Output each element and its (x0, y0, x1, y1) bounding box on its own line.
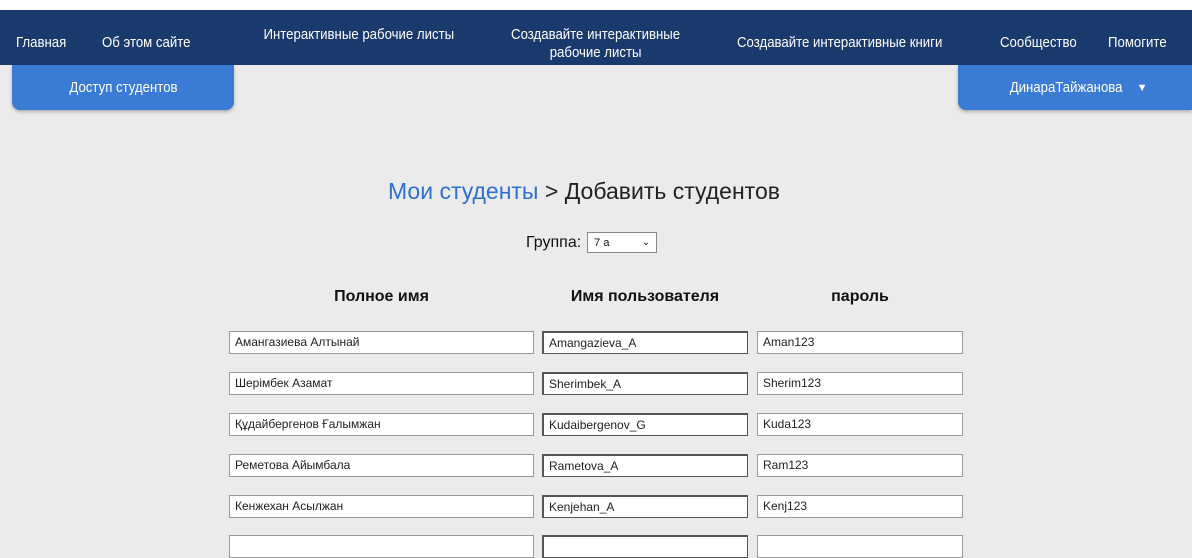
username-field[interactable]: Rametova_A (542, 454, 748, 477)
full-name-field[interactable]: Реметова Айымбала (229, 454, 534, 477)
full-name-field[interactable]: Құдайбергенов Ғалымжан (229, 413, 534, 436)
student-access-label: Доступ студентов (68, 79, 178, 96)
full-name-field[interactable] (229, 535, 534, 558)
student-access-tab[interactable]: Доступ студентов (12, 65, 234, 110)
group-selected-value: 7 а (594, 236, 610, 249)
group-select[interactable]: 7 а ⌄ (587, 232, 658, 253)
password-field[interactable]: Kenj123 (757, 495, 963, 518)
chevron-down-icon: ⌄ (641, 237, 651, 248)
nav-worksheets[interactable]: Интерактивные рабочие листы (262, 26, 456, 44)
group-row: Группа: 7 а ⌄ (526, 232, 658, 253)
nav-community[interactable]: Сообщество (1000, 34, 1077, 52)
username-field[interactable]: Amangazieva_A (542, 331, 748, 354)
group-label: Группа: (526, 233, 582, 251)
nav-create-books[interactable]: Создавайте интерактивные книги (737, 34, 942, 52)
password-field[interactable]: Ram123 (757, 454, 963, 477)
column-header-password: пароль (831, 288, 889, 305)
full-name-field[interactable]: Шерімбек Азамат (229, 372, 534, 395)
breadcrumb: Мои студенты > Добавить студентов (388, 178, 780, 205)
username-field[interactable]: Kudaibergenov_G (542, 413, 748, 436)
column-header-full-name: Полное имя (334, 288, 429, 305)
username-field[interactable]: Sherimbek_A (542, 372, 748, 395)
nav-about[interactable]: Об этом сайте (102, 34, 190, 52)
full-name-field[interactable]: Кенжехан Асылжан (229, 495, 534, 518)
top-band (0, 0, 1192, 10)
password-field[interactable]: Kuda123 (757, 413, 963, 436)
password-field[interactable]: Sherim123 (757, 372, 963, 395)
caret-down-icon: ▼ (1136, 81, 1148, 94)
username-field[interactable] (542, 535, 748, 558)
username-field[interactable]: Kenjehan_A (542, 495, 748, 518)
nav-home[interactable]: Главная (16, 34, 66, 52)
breadcrumb-my-students-link[interactable]: Мои студенты (388, 178, 538, 204)
breadcrumb-separator: > (544, 178, 559, 204)
password-field[interactable]: Aman123 (757, 331, 963, 354)
nav-help[interactable]: Помогите (1108, 34, 1167, 52)
password-field[interactable] (757, 535, 963, 558)
full-name-field[interactable]: Амангазиева Алтынай (229, 331, 534, 354)
user-menu-tab[interactable]: ДинараТайжанова ▼ (958, 65, 1192, 110)
column-header-username: Имя пользователя (570, 288, 720, 305)
page-title: Добавить студентов (564, 178, 780, 204)
nav-create-worksheets[interactable]: Создавайте интерактивные рабочие листы (490, 26, 701, 62)
user-name-label: ДинараТайжанова (1010, 79, 1123, 96)
main-navbar: Главная Об этом сайте Интерактивные рабо… (0, 10, 1192, 65)
